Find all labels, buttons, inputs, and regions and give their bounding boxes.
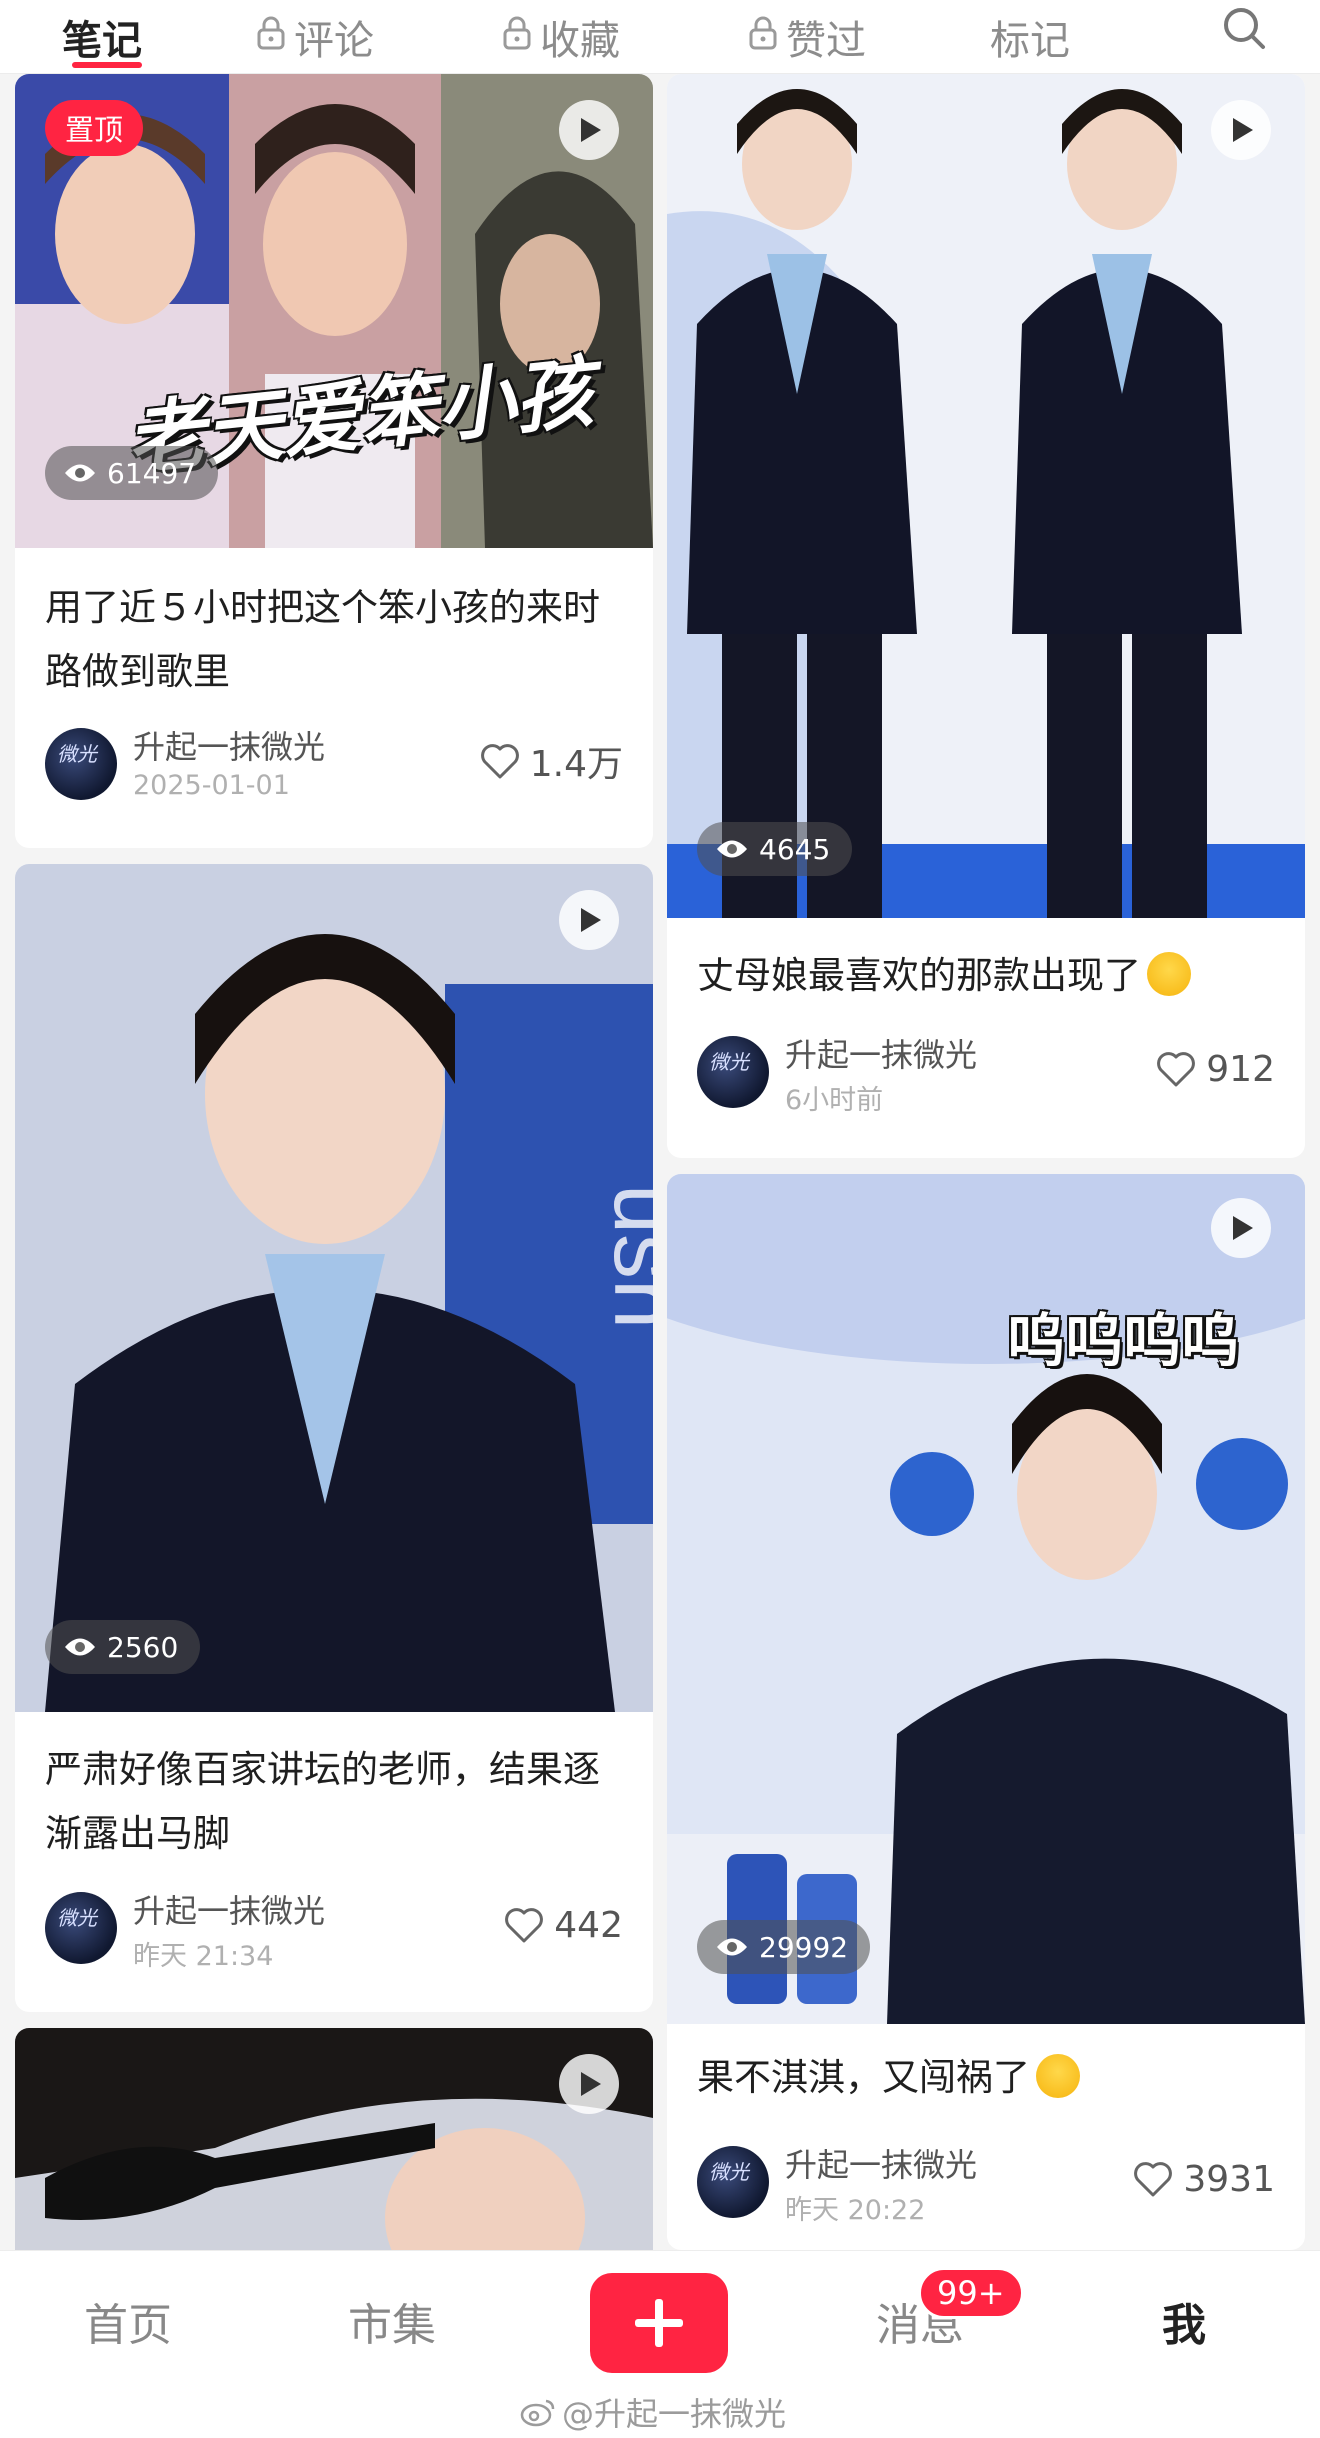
eye-icon: [65, 464, 95, 482]
like-button[interactable]: 3931: [1133, 2152, 1275, 2206]
note-title: 严肃好像百家讲坛的老师，结果逐渐露出马脚: [45, 1748, 600, 1855]
author-name[interactable]: 升起一抹微光: [785, 1030, 977, 1076]
weibo-icon: [520, 2399, 555, 2427]
nav-home[interactable]: 首页: [84, 2289, 172, 2353]
note-card[interactable]: 4645 丈母娘最喜欢的那款出现了 微光 升起一抹微光 6小时前 912: [667, 74, 1305, 1158]
lock-icon: [503, 16, 531, 50]
play-icon: [581, 118, 601, 142]
video-play-button[interactable]: [559, 2054, 619, 2114]
tab-label: 收藏: [540, 18, 620, 64]
svg-text:ush: ush: [595, 1184, 653, 1329]
search-button[interactable]: [1214, 0, 1274, 56]
nav-me[interactable]: 我: [1162, 2289, 1206, 2353]
note-title: 用了近５小时把这个笨小孩的来时路做到歌里: [45, 586, 600, 693]
post-date: 2025-01-01: [133, 770, 290, 801]
search-icon: [1224, 8, 1265, 49]
heart-icon: [1134, 2162, 1173, 2197]
note-cover: ush 2560: [15, 864, 653, 1712]
heart-icon: [505, 1908, 544, 1943]
play-icon: [1233, 1216, 1253, 1240]
author-name[interactable]: 升起一抹微光: [133, 1886, 325, 1932]
profile-tabs: 笔记 评论 收藏 赞过 标记: [0, 0, 1320, 74]
cover-image: [667, 74, 1305, 918]
post-date: 昨天 20:22: [785, 2195, 926, 2226]
avatar[interactable]: 微光: [697, 1036, 769, 1108]
tab-favorites[interactable]: 收藏: [502, 0, 620, 74]
lock-icon: [257, 16, 285, 50]
author-row: 微光 升起一抹微光 昨天 20:22 3931: [697, 2146, 1275, 2226]
tab-label: 笔记: [62, 18, 142, 64]
like-count: 442: [554, 1904, 623, 1946]
video-play-button[interactable]: [559, 100, 619, 160]
hand-over-mouth-emoji: [1147, 951, 1191, 996]
like-count: 1.4万: [529, 744, 623, 785]
like-count: 912: [1206, 1048, 1275, 1090]
tab-comments[interactable]: 评论: [256, 0, 374, 74]
play-icon: [581, 908, 601, 932]
bottom-navigation: 首页 市集 消息 99+ 我 @升起一抹微光: [0, 2250, 1320, 2438]
eye-icon: [717, 1938, 747, 1956]
author-name[interactable]: 升起一抹微光: [785, 2140, 977, 2186]
avatar[interactable]: 微光: [45, 728, 117, 800]
tab-label: 评论: [294, 18, 374, 64]
active-tab-indicator: [72, 62, 142, 68]
play-icon: [581, 2072, 601, 2096]
view-count: 61497: [45, 446, 219, 500]
post-date: 6小时前: [785, 1085, 884, 1116]
cover-image: ush: [15, 864, 653, 1712]
heart-icon: [1157, 1052, 1196, 1087]
eye-icon: [717, 840, 747, 858]
video-play-button[interactable]: [559, 890, 619, 950]
watermark: @升起一抹微光: [520, 2389, 786, 2435]
like-button[interactable]: 442: [504, 1898, 623, 1952]
note-cover: [15, 2028, 653, 2288]
like-button[interactable]: 912: [1156, 1042, 1275, 1096]
tab-marks[interactable]: 标记: [990, 0, 1070, 74]
note-title: 果不淇淇，又闯祸了: [697, 2046, 1275, 2110]
avatar[interactable]: 微光: [697, 2146, 769, 2218]
avatar[interactable]: 微光: [45, 1892, 117, 1964]
view-count: 2560: [45, 1620, 201, 1674]
note-cover: 呜呜呜呜 29992: [667, 1174, 1305, 2024]
tab-label: 赞过: [786, 18, 866, 64]
nav-market[interactable]: 市集: [348, 2289, 436, 2353]
eye-icon: [65, 1638, 95, 1656]
tab-label: 标记: [990, 18, 1070, 64]
video-play-button[interactable]: [1211, 1198, 1271, 1258]
author-row: 微光 升起一抹微光 6小时前 912: [697, 1036, 1275, 1116]
plus-icon: [635, 2299, 683, 2347]
note-cover: 4645: [667, 74, 1305, 918]
heart-icon: [480, 744, 519, 779]
video-play-button[interactable]: [1211, 100, 1271, 160]
pinned-badge: 置顶: [45, 100, 144, 156]
note-card[interactable]: 置顶 老天爱笨小孩 61497 用了近５小时把这个笨小孩的来时路做到歌里 微光 …: [15, 74, 653, 848]
author-row: 微光 升起一抹微光 2025-01-01 1.4万: [45, 728, 623, 801]
note-card[interactable]: ush 2560 严肃好像百家讲坛的老师，结果逐渐露出马脚 微光 升起一抹微光 …: [15, 864, 653, 2012]
note-cover: 置顶 老天爱笨小孩 61497: [15, 74, 653, 548]
cover-image: [15, 2028, 653, 2288]
cover-overlay-text: 呜呜呜呜: [1007, 1307, 1240, 1375]
author-name[interactable]: 升起一抹微光: [133, 722, 325, 768]
view-count: 29992: [697, 1920, 871, 1974]
author-row: 微光 升起一抹微光 昨天 21:34 442: [45, 1892, 623, 1972]
note-card[interactable]: 呜呜呜呜 29992 果不淇淇，又闯祸了 微光 升起一抹微光 昨天 20:22 …: [667, 1174, 1305, 2250]
lock-icon: [749, 16, 777, 50]
tab-liked[interactable]: 赞过: [748, 0, 866, 74]
view-count: 4645: [697, 822, 853, 876]
messages-badge: 99+: [918, 2267, 1024, 2319]
note-title: 丈母娘最喜欢的那款出现了: [697, 944, 1275, 1008]
post-date: 昨天 21:34: [133, 1941, 274, 1972]
sweat-smile-emoji: [1036, 2053, 1080, 2098]
like-button[interactable]: 1.4万: [480, 734, 623, 788]
like-count: 3931: [1183, 2158, 1275, 2200]
play-icon: [1233, 118, 1253, 142]
publish-button[interactable]: [590, 2273, 728, 2373]
note-card[interactable]: [15, 2028, 653, 2288]
